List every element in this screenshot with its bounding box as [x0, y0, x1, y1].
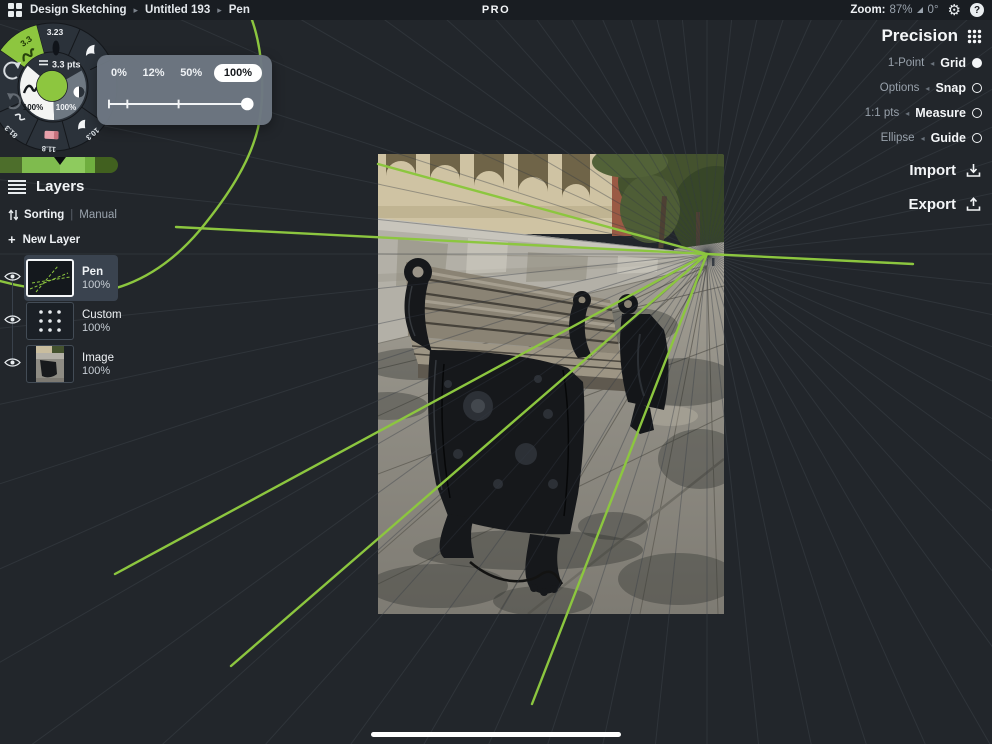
snap-toggle[interactable]: [972, 83, 982, 93]
layer-opacity: 100%: [82, 321, 111, 334]
angle-icon: [916, 7, 923, 13]
opacity-popup: 0% 12% 50% 100%: [97, 55, 272, 125]
layers-header[interactable]: Layers: [8, 178, 84, 195]
layer-row-custom[interactable]: Custom 100%: [24, 298, 122, 344]
guide-toggle[interactable]: [972, 133, 982, 143]
layers-title: Layers: [36, 178, 85, 195]
divider: |: [70, 209, 74, 221]
help-icon[interactable]: ?: [970, 3, 984, 17]
import-icon: [966, 164, 981, 177]
zoom-label: Zoom:: [850, 4, 886, 16]
layer-opacity: 100%: [82, 364, 111, 377]
plus-icon: +: [8, 232, 16, 247]
precision-row-snap[interactable]: Options ◂ Snap: [880, 80, 982, 96]
active-color-puck[interactable]: [36, 70, 68, 102]
layer-name: Custom: [82, 308, 122, 321]
color-marker-icon: [54, 157, 66, 165]
svg-text:3.3 pts: 3.3 pts: [52, 60, 81, 70]
chevron-left-icon: ◂: [905, 108, 910, 118]
grid-dots-icon[interactable]: [967, 29, 982, 44]
breadcrumb-document[interactable]: Untitled 193: [145, 4, 210, 16]
layer-row-image[interactable]: Image 100%: [24, 341, 116, 387]
sorting-label: Sorting: [24, 209, 65, 221]
precision-header[interactable]: Precision: [881, 26, 982, 46]
sort-icon: [8, 209, 18, 221]
export-button[interactable]: Export: [908, 196, 982, 213]
home-indicator[interactable]: [371, 732, 621, 737]
pressure-nib-icon: [52, 40, 60, 56]
import-label: Import: [909, 162, 956, 179]
gear-icon[interactable]: ⚙: [948, 3, 961, 18]
layer-visibility-eye-icon[interactable]: [4, 357, 21, 368]
sorting-control[interactable]: Sorting | Manual: [8, 209, 117, 221]
dot-grid-icon: [39, 310, 61, 332]
breadcrumb-tool[interactable]: Pen: [229, 4, 250, 16]
pro-badge[interactable]: PRO: [482, 4, 510, 16]
zoom-readout[interactable]: Zoom: 87% 0°: [850, 4, 938, 16]
opacity-option-50[interactable]: 50%: [176, 64, 206, 82]
new-layer-label: New Layer: [22, 233, 81, 246]
tool-size-11[interactable]: 11.8: [41, 144, 56, 154]
precision-row-measure[interactable]: 1:1 pts ◂ Measure: [865, 105, 982, 121]
chevron-right-icon: ▸: [133, 4, 139, 15]
export-icon: [966, 197, 981, 211]
export-label: Export: [908, 196, 956, 213]
breadcrumb-gallery[interactable]: Design Sketching: [30, 4, 127, 16]
precision-tool-label[interactable]: Snap: [935, 81, 966, 95]
slider-knob[interactable]: [240, 97, 254, 111]
layer-thumbnail-custom: [26, 302, 74, 340]
chevron-left-icon: ◂: [930, 58, 935, 68]
top-bar: Design Sketching ▸ Untitled 193 ▸ Pen PR…: [0, 0, 992, 20]
layer-thumbnail-image: [26, 345, 74, 383]
brush-opacity: 100%: [23, 103, 43, 112]
measure-toggle[interactable]: [972, 108, 982, 118]
photo-bench: [378, 154, 724, 614]
layer-name: Pen: [82, 265, 104, 278]
precision-mode[interactable]: 1:1 pts: [865, 107, 900, 119]
contrast-icon: [73, 86, 85, 98]
opacity-option-12[interactable]: 12%: [139, 64, 169, 82]
layer-thumbnail-pen: [26, 259, 74, 297]
angle-value: 0°: [927, 4, 939, 16]
opacity-option-0[interactable]: 0%: [107, 64, 131, 82]
menu-icon[interactable]: [8, 179, 26, 194]
precision-tool-label[interactable]: Grid: [940, 56, 966, 70]
layer-visibility-eye-icon[interactable]: [4, 314, 21, 325]
chevron-left-icon: ◂: [925, 83, 930, 93]
precision-row-grid[interactable]: 1-Point ◂ Grid: [888, 55, 982, 71]
precision-panel: Precision 1-Point ◂ Grid Options ◂ Snap …: [865, 26, 982, 213]
import-button[interactable]: Import: [909, 162, 982, 179]
eraser-icon[interactable]: [44, 130, 59, 140]
sorting-mode: Manual: [79, 209, 117, 221]
opacity-slider[interactable]: [108, 97, 255, 111]
apps-icon[interactable]: [8, 3, 22, 17]
zoom-value: 87%: [889, 4, 913, 16]
layer-name: Image: [82, 351, 114, 364]
layer-opacity: 100%: [82, 278, 111, 291]
chevron-right-icon: ▸: [217, 4, 222, 15]
chevron-left-icon: ◂: [920, 133, 925, 143]
pressure-value: 3.23: [47, 27, 64, 37]
breadcrumb: Design Sketching ▸ Untitled 193 ▸ Pen: [30, 4, 250, 16]
precision-row-guide[interactable]: Ellipse ◂ Guide: [881, 130, 982, 146]
opacity-option-100-selected[interactable]: 100%: [213, 64, 262, 82]
precision-mode[interactable]: Ellipse: [881, 132, 915, 144]
precision-mode[interactable]: 1-Point: [888, 57, 924, 69]
layer-row-pen[interactable]: Pen 100%: [24, 255, 118, 301]
blend-opacity: 100%: [56, 103, 76, 112]
layer-visibility-eye-icon[interactable]: [4, 271, 21, 282]
precision-tool-label[interactable]: Measure: [915, 106, 966, 120]
new-layer-button[interactable]: + New Layer: [8, 232, 80, 247]
precision-title: Precision: [881, 26, 958, 45]
app-window: Design Sketching ▸ Untitled 193 ▸ Pen PR…: [0, 0, 992, 744]
grid-toggle[interactable]: [972, 58, 982, 68]
precision-mode[interactable]: Options: [880, 82, 920, 94]
precision-tool-label[interactable]: Guide: [931, 131, 966, 145]
